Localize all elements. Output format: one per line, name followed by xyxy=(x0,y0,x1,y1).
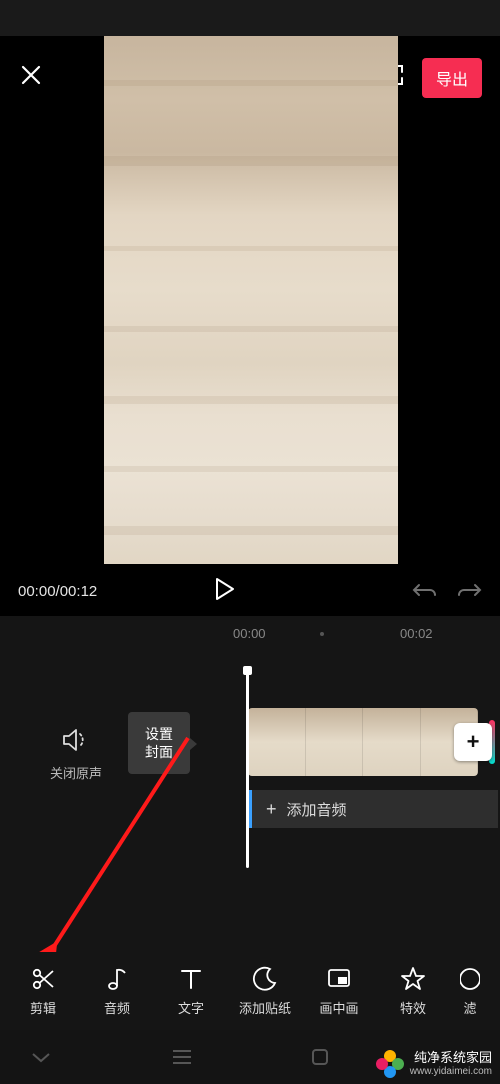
bottom-toolbar: 剪辑 音频 文字 添加贴纸 画中画 特效 滤 xyxy=(0,952,500,1030)
redo-button[interactable] xyxy=(456,578,482,605)
tool-label: 画中画 xyxy=(319,998,358,1017)
watermark-url: www.yidaimei.com xyxy=(410,1066,492,1078)
mute-label: 关闭原声 xyxy=(50,763,102,782)
add-audio-button[interactable]: + 添加音频 xyxy=(248,790,498,828)
plus-icon: + xyxy=(266,799,277,820)
close-icon xyxy=(20,64,42,86)
ruler-label: 00:00 xyxy=(233,626,266,641)
picture-in-picture-icon xyxy=(326,966,352,992)
text-icon xyxy=(178,966,204,992)
edit-tool[interactable]: 剪辑 xyxy=(6,952,80,1030)
pip-tool[interactable]: 画中画 xyxy=(302,952,376,1030)
set-cover-button[interactable]: 设置 封面 xyxy=(128,712,190,774)
tool-label: 特效 xyxy=(400,998,426,1017)
filter-tool[interactable]: 滤 xyxy=(450,952,490,1030)
tool-label: 剪辑 xyxy=(30,998,56,1017)
speaker-off-icon xyxy=(62,728,90,752)
sticker-tool[interactable]: 添加贴纸 xyxy=(228,952,302,1030)
star-icon xyxy=(400,966,426,992)
timeline[interactable]: 00:00 00:02 关闭原声 设置 封面 + + 添加音频 xyxy=(0,616,500,966)
music-note-icon xyxy=(104,966,130,992)
timeline-ruler[interactable]: 00:00 00:02 xyxy=(0,616,500,652)
tool-label: 添加贴纸 xyxy=(239,998,291,1017)
moon-icon xyxy=(252,966,278,992)
plus-icon: + xyxy=(467,729,480,755)
audio-tool[interactable]: 音频 xyxy=(80,952,154,1030)
tool-label: 文字 xyxy=(178,998,204,1017)
clip-thumbnail xyxy=(306,708,364,776)
add-audio-label: 添加音频 xyxy=(287,799,347,820)
add-clip-button[interactable]: + xyxy=(454,723,492,761)
tool-label: 音频 xyxy=(104,998,130,1017)
player-controls: 00:00/00:12 xyxy=(0,566,500,616)
play-icon xyxy=(214,577,236,601)
clip-thumbnail xyxy=(248,708,306,776)
watermark-title: 纯净系统家园 xyxy=(410,1051,492,1066)
video-clip[interactable] xyxy=(248,708,478,776)
undo-icon xyxy=(412,578,438,600)
watermark-logo xyxy=(376,1050,404,1078)
play-button[interactable] xyxy=(214,577,236,606)
export-button[interactable]: 导出 xyxy=(422,58,482,98)
set-cover-label: 设置 封面 xyxy=(145,725,173,761)
circle-icon xyxy=(460,966,480,992)
video-preview[interactable] xyxy=(104,36,398,564)
playhead[interactable] xyxy=(246,670,249,868)
ruler-label: 00:02 xyxy=(400,626,433,641)
effects-tool[interactable]: 特效 xyxy=(376,952,450,1030)
close-button[interactable] xyxy=(20,64,42,91)
redo-icon xyxy=(456,578,482,600)
text-tool[interactable]: 文字 xyxy=(154,952,228,1030)
time-display: 00:00/00:12 xyxy=(18,583,97,600)
mute-toggle[interactable]: 关闭原声 xyxy=(50,728,102,782)
watermark: 纯净系统家园 www.yidaimei.com xyxy=(376,1050,492,1078)
status-bar xyxy=(0,0,500,36)
undo-button[interactable] xyxy=(412,578,438,605)
clip-thumbnail xyxy=(363,708,421,776)
preview-area: 导出 xyxy=(0,36,500,566)
tool-label: 滤 xyxy=(463,998,476,1017)
chevron-down-icon[interactable] xyxy=(30,1050,52,1064)
square-icon[interactable] xyxy=(311,1048,329,1066)
scissors-icon xyxy=(30,966,56,992)
menu-icon[interactable] xyxy=(171,1049,193,1065)
